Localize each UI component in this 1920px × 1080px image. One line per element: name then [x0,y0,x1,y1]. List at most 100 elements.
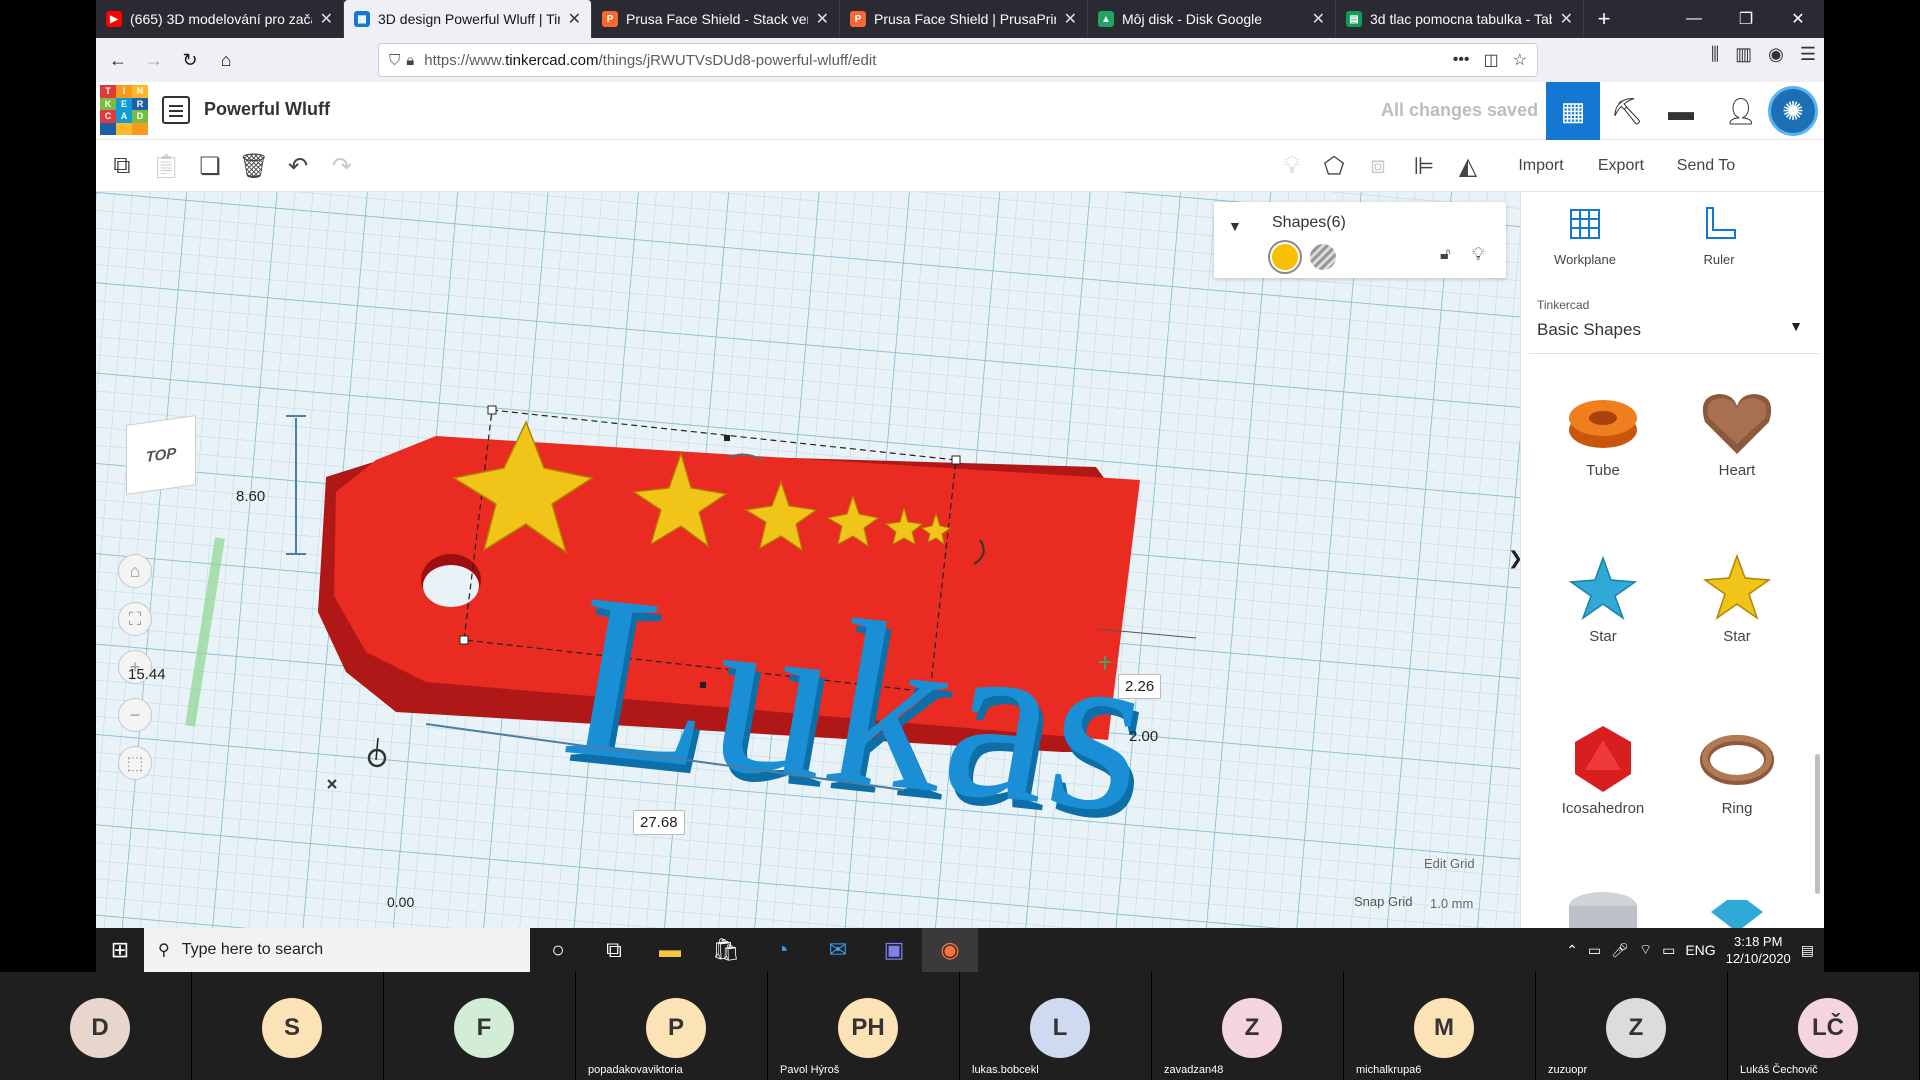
account-icon[interactable]: ◉ [1768,44,1784,65]
chevron-up-icon[interactable]: ⌃ [1566,942,1578,959]
chevron-down-icon[interactable]: ▼ [1789,318,1803,334]
browser-tab[interactable]: P Prusa Face Shield - Stack ver. ✕ [592,0,840,38]
participant-tile[interactable]: Zzavadzan48 [1152,972,1344,1080]
language-indicator[interactable]: ENG [1685,942,1715,958]
participant-tile[interactable]: PH Pavol Hýroš [768,972,960,1080]
network-icon[interactable]: ⌔ [1639,941,1652,959]
fit-view-icon[interactable]: ⛶ [118,602,152,636]
delete-icon[interactable]: 🗑︎ [238,150,270,182]
shape-library-select[interactable]: Tinkercad Basic Shapes ▼ [1529,290,1819,354]
chevron-down-icon[interactable]: ▼ [1228,218,1242,234]
close-window-icon[interactable]: ✕ [1772,0,1824,38]
meet-now-icon[interactable]: ▭ [1588,942,1601,959]
browser-tab[interactable]: P Prusa Face Shield | PrusaPrinte ✕ [840,0,1088,38]
scene-canvas[interactable]: Lukas Lukas [96,192,1520,932]
reload-icon[interactable]: ↻ [172,44,208,76]
participant-tile[interactable]: S [192,972,384,1080]
cortana-icon[interactable]: ○ [530,928,586,972]
bookmark-star-icon[interactable]: ☆ [1513,50,1527,70]
lightbulb-icon[interactable]: 💡︎ [1472,244,1485,265]
view-cube[interactable]: TOP [126,415,196,495]
store-icon[interactable]: 🛍︎ [698,928,754,972]
tinkercad-logo[interactable]: TIN KER CAD [100,85,148,135]
selection-handle[interactable] [459,635,469,645]
elevation-dimension-input[interactable]: 2.26 [1118,674,1162,699]
import-button[interactable]: Import [1506,152,1576,180]
battery-icon[interactable]: ▭ [1662,942,1675,959]
copy-icon[interactable]: ⧉ [106,150,138,182]
selection-edge-handle[interactable] [724,435,730,441]
teams-icon[interactable]: ▣ [866,928,922,972]
avatar[interactable]: ✺ [1768,86,1818,136]
solid-color-swatch[interactable] [1270,242,1300,272]
shape-star-yellow[interactable]: Star [1677,548,1797,645]
design-name[interactable]: Powerful Wluff [204,99,330,120]
close-icon[interactable]: ✕ [1312,9,1325,29]
selection-handle[interactable] [951,455,961,465]
shape-partial[interactable] [1677,892,1797,932]
send-to-button[interactable]: Send To [1664,152,1748,180]
close-icon[interactable]: ✕ [568,9,581,29]
blocks-pickaxe-icon[interactable]: ⛏ [1600,82,1654,140]
url-bar[interactable]: ⛉ 🔒︎ https://www. tinkercad.com/things/jR… [378,43,1538,77]
windows-start-icon[interactable]: ⊞ [96,928,144,972]
mail-icon[interactable]: ✉ [810,928,866,972]
3d-view-grid-icon[interactable]: ▦ [1546,82,1600,140]
browser-tab[interactable]: ▤ 3d tlac pomocna tabulka - Tab ✕ [1336,0,1584,38]
browser-tab[interactable]: ▲ Môj disk - Disk Google ✕ [1088,0,1336,38]
zoom-out-icon[interactable]: − [118,698,152,732]
undo-icon[interactable]: ↶ [282,150,314,182]
lightbulb-icon[interactable]: 💡︎ [1276,150,1308,182]
restore-icon[interactable]: ❐ [1720,0,1772,38]
more-icon[interactable]: ••• [1453,51,1470,69]
browser-tab-active[interactable]: ▦ 3D design Powerful Wluff | Tin ✕ [344,0,592,38]
participant-tile[interactable]: Ppopadakovaviktoria [576,972,768,1080]
export-button[interactable]: Export [1586,152,1656,180]
add-user-icon[interactable]: 👤︎ [1714,82,1768,140]
menu-icon[interactable]: ☰ [1800,44,1816,65]
orthographic-view-icon[interactable]: ⬚ [118,746,152,780]
shield-icon[interactable]: ⛉ [389,52,400,69]
file-explorer-icon[interactable]: ▬ [642,928,698,972]
microphone-icon[interactable]: 🎤︎ [1611,942,1629,959]
taskbar-search[interactable]: ⚲ Type here to search [144,928,530,972]
forward-icon[interactable]: → [136,44,172,76]
length-dimension-input[interactable]: 27.68 [633,810,685,835]
notifications-icon[interactable]: ▤ [1801,942,1814,959]
group-icon[interactable]: ⬠ [1318,150,1350,182]
back-icon[interactable]: ← [100,44,136,76]
home-icon[interactable]: ⌂ [208,44,244,76]
participant-tile[interactable]: Llukas.bobcekl [960,972,1152,1080]
close-icon[interactable]: ✕ [320,9,333,29]
workplane-tool[interactable]: Workplane [1535,204,1635,267]
participant-tile[interactable]: LČ Lukáš Čechovič [1728,972,1920,1080]
redo-icon[interactable]: ↷ [326,150,358,182]
paste-icon[interactable]: 📋︎ [150,150,182,182]
hole-swatch[interactable] [1310,244,1336,270]
shape-heart[interactable]: Heart [1677,382,1797,479]
design-menu-icon[interactable] [162,96,190,124]
workplane-viewport[interactable]: Lukas Lukas TOP ⌂ ⛶ + − ⬚ 8.60 15.44 27.… [96,192,1520,932]
shape-icosahedron[interactable]: Icosahedron [1543,720,1663,817]
snap-grid-select[interactable]: 1.0 mm [1430,896,1473,911]
ungroup-icon[interactable]: ⧈ [1362,150,1394,182]
selection-handle[interactable] [487,405,497,415]
pocket-icon[interactable]: ◫ [1484,50,1499,70]
firefox-icon[interactable]: ◉ [922,928,978,972]
participant-tile[interactable]: F [384,972,576,1080]
shape-star[interactable]: Star [1543,548,1663,645]
mirror-icon[interactable]: ◭ [1452,150,1484,182]
edit-grid-link[interactable]: Edit Grid [1424,856,1475,871]
new-tab-button[interactable]: + [1584,0,1624,38]
close-icon[interactable]: ✕ [816,9,829,29]
minimize-icon[interactable]: — [1668,0,1720,38]
library-icon[interactable]: ⫼ [1711,44,1719,65]
close-icon[interactable]: ✕ [1064,9,1077,29]
browser-tab[interactable]: ▶ (665) 3D modelování pro začá ✕ [96,0,344,38]
participant-tile[interactable]: D [0,972,192,1080]
lock-icon[interactable]: 🔒︎ [406,52,414,69]
sidebar-icon[interactable]: ▥ [1735,44,1752,65]
shape-tube[interactable]: Tube [1543,382,1663,479]
taskbar-clock[interactable]: 3:18 PM 12/10/2020 [1726,933,1791,967]
align-icon[interactable]: ⊫ [1408,150,1440,182]
